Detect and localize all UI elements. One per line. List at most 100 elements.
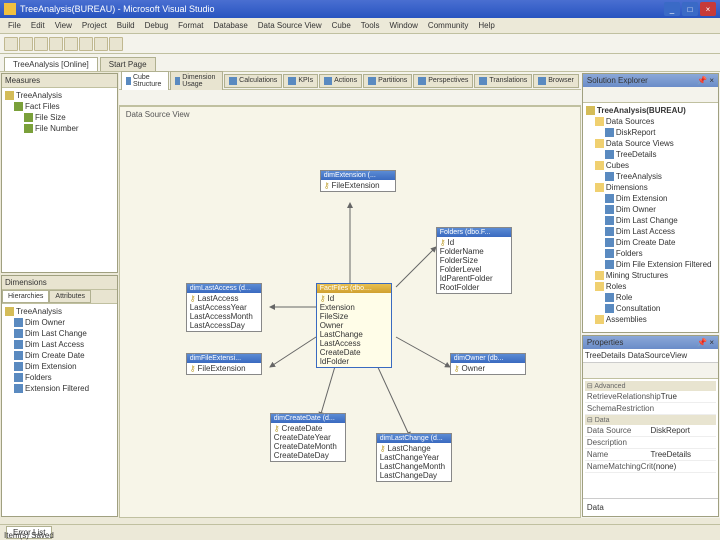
toolbar-button[interactable] (151, 92, 163, 104)
prop-row[interactable]: NameTreeDetails (585, 449, 716, 461)
properties-grid[interactable]: ⊟ AdvancedRetrieveRelationshipTrueSchema… (583, 379, 718, 498)
solution-tree[interactable]: TreeAnalysis(BUREAU) Data SourcesDiskRep… (583, 103, 718, 332)
measures-tree[interactable]: TreeAnalysis Fact Files File Size File N… (2, 88, 117, 136)
solution-folder[interactable]: Cubes (585, 160, 716, 171)
menu-community[interactable]: Community (424, 20, 472, 31)
properties-object[interactable]: TreeDetails DataSourceView (583, 349, 718, 363)
table-dimlastaccess[interactable]: dimLastAccess (d... ⚷LastAccessLastAcces… (186, 283, 262, 332)
designer-tab[interactable]: Perspectives (413, 74, 473, 88)
solution-item[interactable]: Dim Extension (585, 193, 716, 204)
menu-debug[interactable]: Debug (141, 20, 173, 31)
solution-folder[interactable]: Mining Structures (585, 270, 716, 281)
solution-folder[interactable]: Assemblies (585, 314, 716, 325)
table-folders[interactable]: Folders (dbo.F... ⚷IdFolderNameFolderSiz… (436, 227, 512, 294)
toolbar-button[interactable] (179, 92, 191, 104)
solution-item[interactable]: Consultation (585, 303, 716, 314)
menu-window[interactable]: Window (385, 20, 421, 31)
table-factfiles[interactable]: FactFiles (dbo.... ⚷IdExtensionFileSizeO… (316, 283, 392, 368)
toolbar-button[interactable] (165, 92, 177, 104)
prop-category[interactable]: ⊟ Data (585, 415, 716, 425)
menu-build[interactable]: Build (113, 20, 139, 31)
prop-row[interactable]: Data SourceDiskReport (585, 425, 716, 437)
pin-icon[interactable]: 📌 × (697, 76, 714, 85)
toolbar-button[interactable] (587, 89, 599, 101)
close-button[interactable]: × (700, 2, 716, 16)
menu-edit[interactable]: Edit (27, 20, 49, 31)
minimize-button[interactable]: _ (664, 2, 680, 16)
menu-view[interactable]: View (51, 20, 76, 31)
table-dimcreatedate[interactable]: dimCreateDate (d... ⚷CreateDateCreateDat… (270, 413, 346, 462)
solution-folder[interactable]: Dimensions (585, 182, 716, 193)
dimension-item[interactable]: Dim Create Date (4, 350, 115, 361)
designer-tab[interactable]: Actions (319, 74, 362, 88)
toolbar-button[interactable] (94, 37, 108, 51)
tab-hierarchies[interactable]: Hierarchies (2, 290, 49, 303)
dimension-item[interactable]: Dim Owner (4, 317, 115, 328)
dimensions-tree[interactable]: TreeAnalysis Dim OwnerDim Last ChangeDim… (2, 304, 117, 396)
solution-folder[interactable]: Data Sources (585, 116, 716, 127)
solution-item[interactable]: DiskReport (585, 127, 716, 138)
toolbar-button[interactable] (109, 37, 123, 51)
designer-tab[interactable]: Translations (474, 74, 532, 88)
menu-help[interactable]: Help (474, 20, 498, 31)
toolbar-button[interactable] (79, 37, 93, 51)
maximize-button[interactable]: □ (682, 2, 698, 16)
menu-cube[interactable]: Cube (328, 20, 355, 31)
prop-category[interactable]: ⊟ Advanced (585, 381, 716, 391)
toolbar-button[interactable] (137, 92, 149, 104)
solution-item[interactable]: Dim Last Access (585, 226, 716, 237)
dimension-item[interactable]: Dim Extension (4, 361, 115, 372)
dimension-item[interactable]: Dim Last Access (4, 339, 115, 350)
solution-item[interactable]: Dim File Extension Filtered (585, 259, 716, 270)
solution-item[interactable]: TreeDetails (585, 149, 716, 160)
toolbar-button[interactable] (19, 37, 33, 51)
table-dimowner[interactable]: dimOwner (db... ⚷Owner (450, 353, 526, 375)
solution-item[interactable]: Role (585, 292, 716, 303)
toolbar-button[interactable] (123, 92, 135, 104)
designer-tab[interactable]: Browser (533, 74, 579, 88)
solution-item[interactable]: Folders (585, 248, 716, 259)
table-field: IdParentFolder (438, 274, 510, 283)
toolbar-button[interactable] (601, 364, 613, 376)
prop-row[interactable]: RetrieveRelationshipTrue (585, 391, 716, 403)
dimension-item[interactable]: Folders (4, 372, 115, 383)
solution-folder[interactable]: Data Source Views (585, 138, 716, 149)
dsv-canvas[interactable]: Data Source View dimExtension (... ⚷File… (119, 106, 581, 518)
tab-treeanalysis[interactable]: TreeAnalysis [Online] (4, 57, 98, 71)
table-dimextension[interactable]: dimExtension (... ⚷FileExtension (320, 170, 396, 192)
table-field: ⚷Id (438, 238, 510, 247)
dimension-item[interactable]: Extension Filtered (4, 383, 115, 394)
toolbar-button[interactable] (4, 37, 18, 51)
tab-attributes[interactable]: Attributes (49, 290, 91, 303)
toolbar-button[interactable] (64, 37, 78, 51)
menu-file[interactable]: File (4, 20, 25, 31)
dimension-item[interactable]: Dim Last Change (4, 328, 115, 339)
menu-tools[interactable]: Tools (357, 20, 384, 31)
designer-tab[interactable]: Partitions (363, 74, 412, 88)
pin-icon[interactable]: 📌 × (697, 338, 714, 347)
solution-item[interactable]: Dim Last Change (585, 215, 716, 226)
table-field: CreateDateDay (272, 451, 344, 460)
solution-item[interactable]: Dim Create Date (585, 237, 716, 248)
toolbar-button[interactable] (587, 364, 599, 376)
designer-tab[interactable]: Calculations (224, 74, 282, 88)
table-dimlastchange[interactable]: dimLastChange (d... ⚷LastChangeLastChang… (376, 433, 452, 482)
designer-tab[interactable]: Cube Structure (121, 71, 169, 91)
table-dimfileextension[interactable]: dimFileExtensi... ⚷FileExtension (186, 353, 262, 375)
designer-tab[interactable]: Dimension Usage (170, 71, 223, 91)
solution-folder[interactable]: Roles (585, 281, 716, 292)
menu-database[interactable]: Database (210, 20, 252, 31)
menu-data source view[interactable]: Data Source View (254, 20, 326, 31)
menu-format[interactable]: Format (174, 20, 207, 31)
solution-item[interactable]: TreeAnalysis (585, 171, 716, 182)
toolbar-button[interactable] (49, 37, 63, 51)
table-field: ⚷LastChange (378, 444, 450, 453)
prop-row[interactable]: Description (585, 437, 716, 449)
prop-row[interactable]: NameMatchingCrit(none) (585, 461, 716, 473)
prop-row[interactable]: SchemaRestriction (585, 403, 716, 415)
solution-item[interactable]: Dim Owner (585, 204, 716, 215)
tab-startpage[interactable]: Start Page (100, 57, 156, 71)
menu-project[interactable]: Project (78, 20, 111, 31)
designer-tab[interactable]: KPIs (283, 74, 318, 88)
toolbar-button[interactable] (34, 37, 48, 51)
